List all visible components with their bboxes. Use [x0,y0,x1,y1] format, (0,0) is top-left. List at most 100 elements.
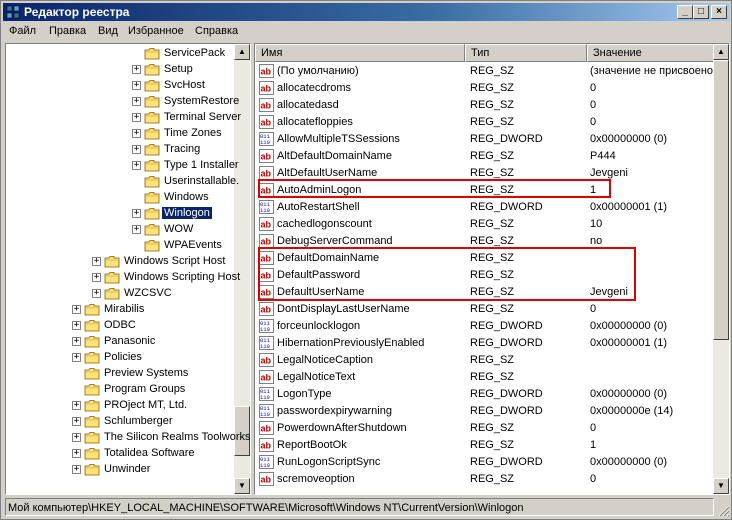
expand-plus-icon[interactable]: + [72,401,81,410]
table-row[interactable]: ab (По умолчанию) REG_SZ (значение не присв… [255,63,713,80]
tree-item[interactable]: + Winlogon [6,206,234,222]
table-row[interactable]: ab allocatefloppies REG_SZ 0 [255,114,713,131]
svg-text:ab: ab [261,186,272,196]
expand-plus-icon[interactable]: + [72,417,81,426]
table-row[interactable]: ab LegalNoticeCaption REG_SZ [255,352,713,369]
cell-type: REG_SZ [470,82,515,94]
table-row[interactable]: ab PowerdownAfterShutdown REG_SZ 0 [255,420,713,437]
table-row[interactable]: 011 110 RunLogonScriptSync REG_DWORD 0x00000… [255,454,713,471]
column-header-data[interactable]: Значение [587,44,717,62]
maximize-button[interactable]: □ [693,5,709,19]
menu-edit[interactable]: Правка [49,25,86,37]
expand-plus-icon[interactable]: + [132,65,141,74]
table-row[interactable]: 011 110 AllowMultipleTSSessions REG_DWORD 0x… [255,131,713,148]
tree-item[interactable]: + Unwinder [6,462,234,478]
expand-plus-icon[interactable]: + [132,81,141,90]
expand-plus-icon[interactable]: + [92,289,101,298]
expand-plus-icon[interactable]: + [132,145,141,154]
list-scrollbar[interactable]: ▲ ▼ [713,44,729,494]
tree-item[interactable]: + PROject MT, Ltd. [6,398,234,414]
tree-item[interactable]: ServicePack [6,46,234,62]
expand-plus-icon[interactable]: + [132,129,141,138]
expand-plus-icon[interactable]: + [92,257,101,266]
tree-item-label: Time Zones [164,127,222,139]
table-row[interactable]: 011 110 forceunlocklogon REG_DWORD 0x0000000… [255,318,713,335]
tree-item[interactable]: + Terminal Server [6,110,241,126]
table-row[interactable]: 011 110 LogonType REG_DWORD 0x00000000 (0) [255,386,713,403]
table-row[interactable]: ab allocatecdroms REG_SZ 0 [255,80,713,97]
table-row[interactable]: ab DontDisplayLastUserName REG_SZ 0 [255,301,713,318]
table-row[interactable]: ab DebugServerCommand REG_SZ no [255,233,713,250]
menu-favorites[interactable]: Избранное [128,25,184,37]
values-list[interactable]: Имя Тип Значение ab (По умолчанию) REG_SZ (… [254,43,730,495]
svg-text:ab: ab [261,441,272,451]
scroll-down-icon[interactable]: ▼ [713,478,729,494]
table-row[interactable]: ab DefaultUserName REG_SZ Jevgeni [255,284,713,301]
tree-item[interactable]: + Type 1 Installer [6,158,239,174]
title-bar[interactable]: Редактор реестра _ □ × [3,3,730,21]
table-row[interactable]: ab LegalNoticeText REG_SZ [255,369,713,386]
tree-item[interactable]: + Schlumberger [6,414,234,430]
tree-item[interactable]: + Policies [6,350,234,366]
table-row[interactable]: ab DefaultPassword REG_SZ [255,267,713,284]
table-row[interactable]: ab scremoveoption REG_SZ 0 [255,471,713,488]
table-row[interactable]: 011 110 passwordexpirywarning REG_DWORD 0x00… [255,403,713,420]
expand-plus-icon[interactable]: + [72,353,81,362]
expand-plus-icon[interactable]: + [72,337,81,346]
scroll-down-icon[interactable]: ▼ [234,478,250,494]
expand-plus-icon[interactable]: + [72,449,81,458]
tree-item[interactable]: + Time Zones [6,126,234,142]
list-scroll-thumb[interactable] [713,60,729,340]
tree-item[interactable]: + Tracing [6,142,234,158]
column-header-name[interactable]: Имя [255,44,465,62]
expand-plus-icon[interactable]: + [72,321,81,330]
tree-item[interactable]: + Totalidea Software [6,446,234,462]
expand-plus-icon[interactable]: + [132,225,141,234]
scroll-up-icon[interactable]: ▲ [234,44,250,60]
tree-item[interactable]: WPAEvents [6,238,234,254]
resize-grip-icon[interactable] [716,503,730,517]
table-row[interactable]: ab AutoAdminLogon REG_SZ 1 [255,182,713,199]
tree-item[interactable]: + Setup [6,62,234,78]
tree-item[interactable]: + ODBC [6,318,234,334]
table-row[interactable]: 011 110 AutoRestartShell REG_DWORD 0x0000000… [255,199,713,216]
table-row[interactable]: ab allocatedasd REG_SZ 0 [255,97,713,114]
tree-item[interactable]: Windows [6,190,234,206]
tree-item[interactable]: + The Silicon Realms Toolworks [6,430,250,446]
table-row[interactable]: ab cachedlogonscount REG_SZ 10 [255,216,713,233]
table-row[interactable]: ab DefaultDomainName REG_SZ [255,250,713,267]
table-row[interactable]: ab ReportBootOk REG_SZ 1 [255,437,713,454]
folder-icon [84,432,100,444]
expand-plus-icon[interactable]: + [132,113,141,122]
tree-item[interactable]: + SvcHost [6,78,234,94]
column-header-type[interactable]: Тип [465,44,587,62]
registry-tree[interactable]: ▲ ▼ ServicePack + Setup + SvcHost + SystemRest… [5,43,251,495]
minimize-button[interactable]: _ [677,5,693,19]
table-row[interactable]: 011 110 HibernationPreviouslyEnabled REG_DW… [255,335,713,352]
scroll-up-icon[interactable]: ▲ [713,44,729,60]
table-row[interactable]: ab AltDefaultUserName REG_SZ Jevgeni [255,165,713,182]
close-button[interactable]: × [711,5,727,19]
tree-item[interactable]: Preview Systems [6,366,234,382]
expand-plus-icon[interactable]: + [132,97,141,106]
expand-plus-icon[interactable]: + [132,161,141,170]
tree-item[interactable]: Userinstallable. [6,174,239,190]
tree-item[interactable]: + Windows Scripting Host [6,270,240,286]
tree-item[interactable]: + WOW [6,222,234,238]
expand-plus-icon[interactable]: + [72,433,81,442]
table-row[interactable]: ab AltDefaultDomainName REG_SZ P444 [255,148,713,165]
tree-item[interactable]: + WZCSVC [6,286,234,302]
expand-plus-icon[interactable]: + [72,305,81,314]
tree-item[interactable]: + Mirabilis [6,302,234,318]
tree-item[interactable]: + Panasonic [6,334,234,350]
expand-plus-icon[interactable]: + [72,465,81,474]
menu-help[interactable]: Справка [195,25,238,37]
tree-item[interactable]: + Windows Script Host [6,254,234,270]
tree-item[interactable]: Program Groups [6,382,234,398]
menu-file[interactable]: Файл [9,25,36,37]
expand-plus-icon[interactable]: + [132,209,141,218]
string-value-icon: ab [259,353,274,367]
menu-view[interactable]: Вид [98,25,118,37]
tree-item[interactable]: + SystemRestore [6,94,239,110]
expand-plus-icon[interactable]: + [92,273,101,282]
